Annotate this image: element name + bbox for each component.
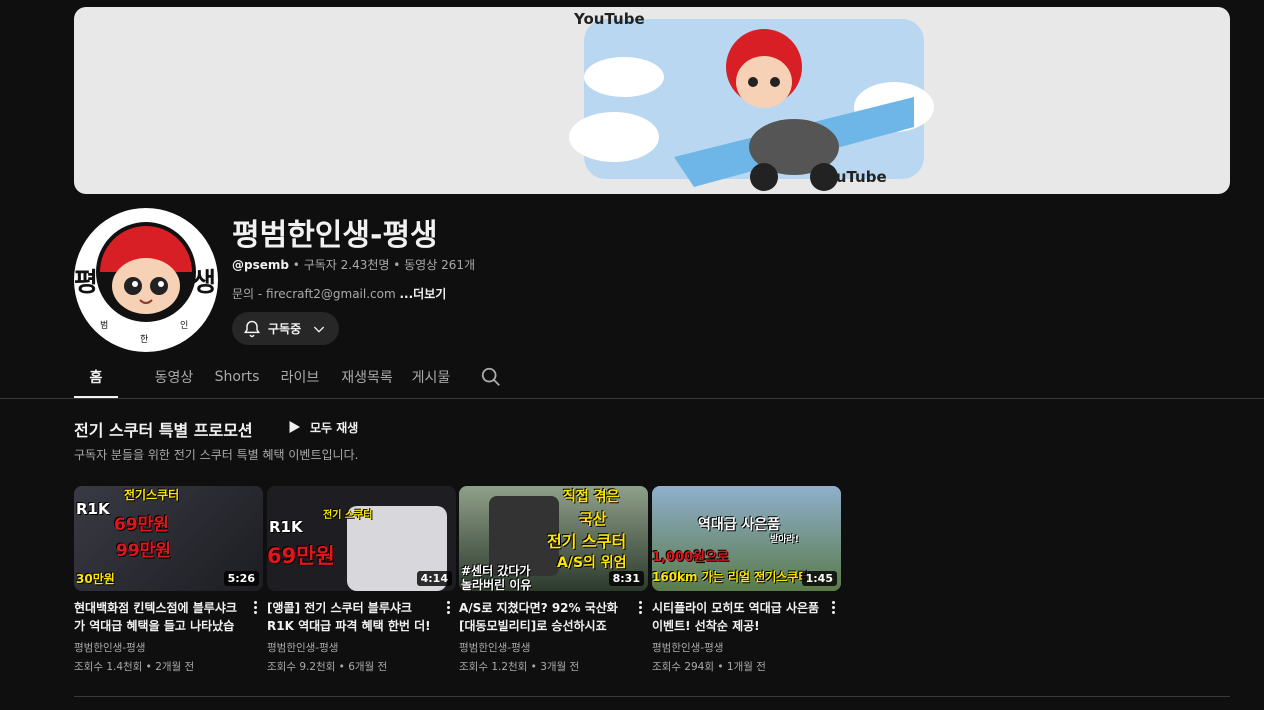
video-duration: 4:14	[416, 571, 452, 586]
video-channel[interactable]: 평범한인생-평생	[267, 640, 456, 655]
video-stats: 조회수 294회 • 1개월 전	[652, 661, 766, 673]
video-thumbnail[interactable]: 전기스쿠터 R1K 69만원 99만원 30만원 5:26	[74, 486, 263, 591]
play-all-label: 모두 재생	[310, 420, 359, 435]
section-subtitle: 구독자 분들을 위한 전기 스쿠터 특별 혜택 이벤트입니다.	[74, 448, 359, 462]
thumb-text: 국산	[579, 510, 607, 528]
video-title[interactable]: A/S로 지쳤다면? 92% 국산화 [대동모빌리티]로 승선하시죠	[459, 599, 627, 635]
thumb-text: 직접 겪은	[563, 489, 620, 505]
video-duration: 1:45	[801, 571, 837, 586]
tab-home[interactable]: 홈	[74, 355, 118, 398]
video-stats: 조회수 9.2천회 • 6개월 전	[267, 661, 388, 673]
video-channel[interactable]: 평범한인생-평생	[652, 640, 841, 655]
video-thumbnail[interactable]: 역대급 사은품 받아라! 1,000원으로 160km 가는 리얼 전기스쿠터 …	[652, 486, 841, 591]
tab-posts[interactable]: 게시물	[408, 355, 454, 398]
video-channel[interactable]: 평범한인생-평생	[74, 640, 263, 655]
video-card: 역대급 사은품 받아라! 1,000원으로 160km 가는 리얼 전기스쿠터 …	[652, 486, 841, 674]
thumb-text: A/S의 위엄	[557, 555, 627, 571]
thumb-text: R1K	[76, 500, 110, 518]
video-card: 직접 겪은 국산 전기 스쿠터 A/S의 위엄 #센터 갔다가 놀라버린 이유 …	[459, 486, 648, 674]
chevron-down-icon	[313, 326, 325, 333]
avatar-left-char: 평	[74, 268, 98, 298]
video-stats: 조회수 1.4천회 • 2개월 전	[74, 661, 195, 673]
bell-icon	[243, 320, 261, 337]
video-card: 전기 스쿠터 R1K 69만원 4:14 [앵콜] 전기 스쿠터 블루샤크 R1…	[267, 486, 456, 674]
channel-avatar[interactable]: 평 생 범 한 인	[74, 208, 218, 352]
video-count: 동영상 261개	[404, 258, 476, 272]
tab-shorts[interactable]: Shorts	[212, 355, 262, 398]
thumb-text: R1K	[269, 518, 303, 536]
channel-banner: YouTube YouTube	[74, 7, 1230, 194]
avatar-bottom-mid: 한	[140, 335, 149, 345]
tab-videos[interactable]: 동영상	[146, 355, 202, 398]
thumb-text: 전기스쿠터	[124, 488, 180, 502]
thumb-text: 전기 스쿠터	[323, 510, 373, 521]
tab-divider	[0, 398, 1264, 399]
thumb-text: 전기 스쿠터	[547, 532, 627, 551]
more-link[interactable]: ...더보기	[399, 287, 446, 301]
banner-logo-top: YouTube	[574, 10, 645, 28]
thumb-text: 69만원	[267, 544, 335, 568]
subscriber-count: 구독자 2.43천명	[303, 258, 390, 272]
avatar-bottom-left: 범	[100, 321, 109, 331]
description-text: 문의 - firecraft2@gmail.com	[232, 287, 400, 301]
meta-separator: •	[389, 258, 405, 272]
subscribed-label: 구독중	[268, 322, 302, 336]
channel-name: 평범한인생-평생	[232, 218, 438, 253]
video-channel[interactable]: 평범한인생-평생	[459, 640, 648, 655]
video-card: 전기스쿠터 R1K 69만원 99만원 30만원 5:26 현대백화점 킨텍스점…	[74, 486, 263, 674]
thumb-text: 69만원	[114, 515, 169, 535]
subscribed-button[interactable]: 구독중	[232, 312, 339, 345]
more-options-icon[interactable]	[442, 598, 454, 616]
channel-tabs: 홈 동영상 Shorts 라이브 재생목록 게시물	[74, 355, 454, 398]
avatar-right-char: 생	[192, 268, 216, 298]
section-title[interactable]: 전기 스쿠터 특별 프로모션	[74, 417, 253, 441]
channel-handle: @psemb	[232, 258, 289, 272]
video-title[interactable]: 시티플라이 모히또 역대급 사은품 이벤트! 선착순 제공!	[652, 599, 820, 635]
banner-illustration	[569, 19, 934, 191]
avatar-bottom-right: 인	[180, 321, 189, 331]
more-options-icon[interactable]	[249, 598, 261, 616]
thumb-text: 99만원	[116, 541, 171, 561]
video-title[interactable]: [앵콜] 전기 스쿠터 블루샤크 R1K 역대급 파격 혜택 한번 더!	[267, 599, 435, 635]
search-icon[interactable]	[480, 366, 502, 388]
meta-separator: •	[288, 258, 304, 272]
banner-logo-bottom: YouTube	[816, 168, 887, 186]
channel-meta: @psemb • 구독자 2.43천명 • 동영상 261개	[232, 256, 475, 273]
more-options-icon[interactable]	[634, 598, 646, 616]
thumb-text: 받아라!	[770, 535, 799, 545]
play-icon	[289, 421, 300, 433]
more-options-icon[interactable]	[827, 598, 839, 616]
thumb-text: 역대급 사은품	[698, 517, 781, 533]
video-thumbnail[interactable]: 전기 스쿠터 R1K 69만원 4:14	[267, 486, 456, 591]
thumb-text: 1,000원으로	[652, 550, 730, 565]
tab-live[interactable]: 라이브	[280, 355, 320, 398]
thumb-text: 놀라버린 이유	[461, 578, 532, 591]
thumb-text: 30만원	[76, 572, 115, 586]
video-thumbnail[interactable]: 직접 겪은 국산 전기 스쿠터 A/S의 위엄 #센터 갔다가 놀라버린 이유 …	[459, 486, 648, 591]
video-duration: 5:26	[223, 571, 259, 586]
thumb-text: 160km 가는 리얼 전기스쿠터	[652, 570, 810, 584]
channel-description[interactable]: 문의 - firecraft2@gmail.com ...더보기	[232, 285, 446, 302]
video-duration: 8:31	[608, 571, 644, 586]
tab-playlists[interactable]: 재생목록	[336, 355, 398, 398]
video-stats: 조회수 1.2천회 • 3개월 전	[459, 661, 580, 673]
video-title[interactable]: 현대백화점 킨텍스점에 블루샤크가 역대급 혜택을 들고 나타났습니다!	[74, 599, 242, 635]
play-all-button[interactable]: 모두 재생	[285, 418, 358, 436]
section-divider	[74, 696, 1230, 697]
